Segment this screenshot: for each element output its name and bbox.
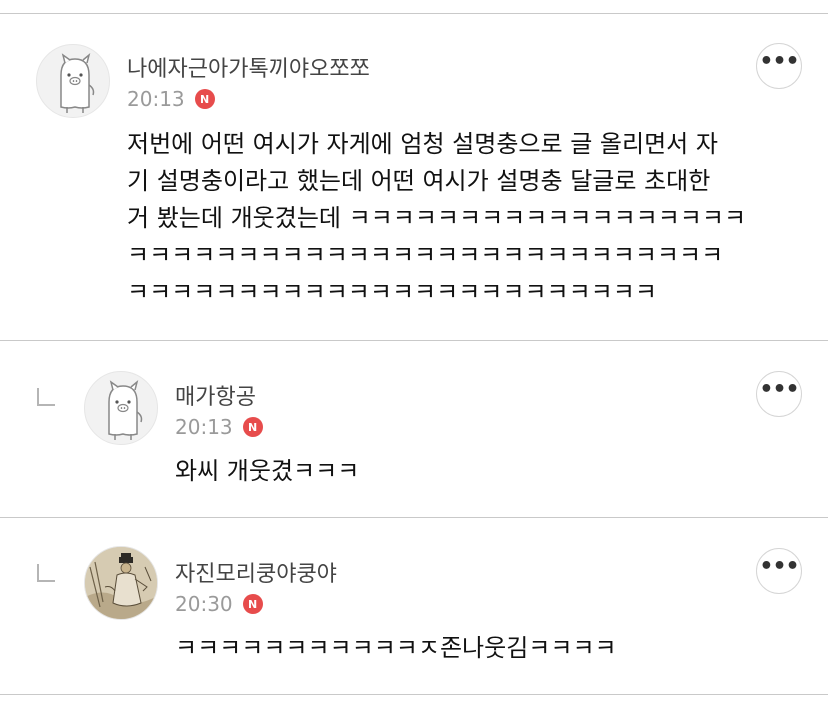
- reply-item: 자진모리쿵야쿵야 20:30 N ••• ㅋㅋㅋㅋㅋㅋㅋㅋㅋㅋㅋㅈ존나웃김ㅋㅋㅋ…: [0, 518, 828, 694]
- comment-author[interactable]: 나에자근아가톡끼야오쪼쪼: [127, 51, 370, 83]
- comment-text: 와씨 개웃겼ㅋㅋㅋ: [175, 457, 360, 485]
- comment-time: 20:13: [175, 415, 233, 439]
- avatar[interactable]: [36, 44, 110, 118]
- avatar[interactable]: [84, 371, 158, 445]
- bottom-divider: [0, 694, 828, 695]
- reply-arrow-icon: [37, 564, 55, 582]
- reply-arrow-icon: [37, 388, 55, 406]
- new-badge: N: [242, 417, 263, 437]
- comment-item: 나에자근아가톡끼야오쪼쪼 20:13 N ••• 저번에 어떤 여시가 자게에 …: [0, 0, 828, 340]
- more-icon: •••: [759, 554, 799, 579]
- comment-author[interactable]: 매가항공: [175, 379, 256, 411]
- comment-meta: 20:13 N: [175, 415, 263, 439]
- more-icon: •••: [759, 49, 799, 74]
- new-badge: N: [194, 89, 215, 109]
- comment-text: ㅋㅋㅋㅋㅋㅋㅋㅋㅋㅋㅋㅈ존나웃김ㅋㅋㅋㅋ: [175, 634, 617, 662]
- more-options-button[interactable]: •••: [756, 371, 802, 417]
- more-options-button[interactable]: •••: [756, 43, 802, 89]
- comment-meta: 20:30 N: [175, 592, 263, 616]
- pig-ghost-icon: [108, 379, 143, 440]
- comment-author[interactable]: 자진모리쿵야쿵야: [175, 556, 337, 588]
- comment-time: 20:13: [127, 87, 185, 111]
- new-badge: N: [242, 594, 263, 614]
- painting-avatar-icon: [85, 547, 157, 619]
- comment-meta: 20:13 N: [127, 87, 215, 111]
- comment-text: 저번에 어떤 여시가 자게에 엄청 설명충으로 글 올리면서 자 기 설명충이라…: [127, 130, 747, 306]
- comment-time: 20:30: [175, 592, 233, 616]
- reply-item: 매가항공 20:13 N ••• 와씨 개웃겼ㅋㅋㅋ: [0, 341, 828, 517]
- pig-ghost-icon: [60, 52, 95, 113]
- avatar[interactable]: [84, 546, 158, 620]
- more-options-button[interactable]: •••: [756, 548, 802, 594]
- more-icon: •••: [759, 377, 799, 402]
